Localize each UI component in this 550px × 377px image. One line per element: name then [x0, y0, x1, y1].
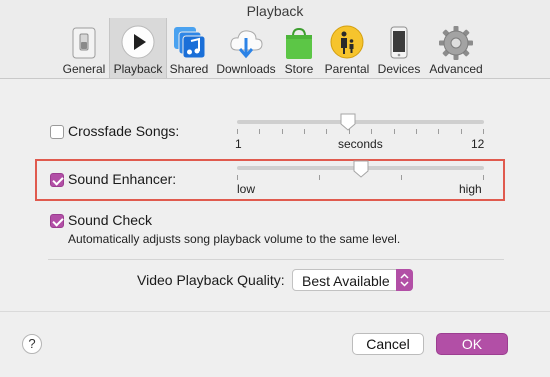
cloud-download-icon	[230, 30, 263, 59]
tab-store-label: Store	[284, 62, 314, 76]
slider-tick	[304, 129, 305, 134]
slider-tick	[416, 129, 417, 134]
crossfade-min-label: 1	[235, 137, 242, 151]
slider-tick	[483, 175, 484, 180]
sound-enhancer-slider-knob[interactable]	[353, 160, 369, 178]
tab-advanced-label: Advanced	[429, 62, 483, 76]
tab-playback[interactable]: Playback	[109, 18, 167, 78]
sound-enhancer-checkbox[interactable]	[50, 173, 64, 187]
tab-general-label: General	[62, 62, 106, 76]
slider-tick	[259, 129, 260, 134]
slider-tick	[461, 129, 462, 134]
crossfade-max-label: 12	[471, 137, 485, 151]
shared-music-icon	[174, 27, 206, 59]
tab-devices-label: Devices	[377, 62, 421, 76]
crossfade-unit-label: seconds	[338, 137, 383, 151]
play-icon	[121, 25, 155, 59]
sound-check-checkbox[interactable]	[50, 214, 64, 228]
slider-tick	[237, 175, 238, 180]
tab-parental-label: Parental	[324, 62, 370, 76]
tab-playback-label: Playback	[113, 62, 163, 76]
tab-advanced[interactable]: Advanced	[427, 18, 485, 78]
gear-icon	[439, 26, 473, 60]
slider-tick	[326, 129, 327, 134]
general-switch-icon	[72, 27, 96, 59]
crossfade-label: Crossfade Songs:	[68, 123, 180, 139]
slider-tick	[401, 175, 402, 180]
tab-general[interactable]: General	[59, 18, 109, 78]
sound-check-description: Automatically adjusts song playback volu…	[68, 232, 401, 246]
slider-tick	[282, 129, 283, 134]
video-quality-label: Video Playback Quality:	[137, 272, 285, 288]
cancel-button[interactable]: Cancel	[352, 333, 424, 355]
select-stepper-icon	[396, 269, 413, 291]
slider-tick	[371, 129, 372, 134]
tab-store[interactable]: Store	[281, 18, 317, 78]
device-phone-icon	[390, 26, 408, 59]
ok-button[interactable]: OK	[436, 333, 508, 355]
section-divider	[48, 259, 504, 260]
sound-enhancer-label: Sound Enhancer:	[68, 171, 177, 187]
store-bag-icon	[286, 27, 312, 59]
parental-icon	[330, 25, 364, 59]
tab-shared[interactable]: Shared	[167, 18, 211, 78]
sound-check-label: Sound Check	[68, 212, 153, 228]
video-quality-select[interactable]: Best Available	[292, 269, 413, 291]
tab-downloads-label: Downloads	[216, 62, 276, 76]
slider-tick	[237, 129, 238, 134]
tab-parental[interactable]: Parental	[321, 18, 373, 78]
slider-tick	[438, 129, 439, 134]
crossfade-checkbox[interactable]	[50, 125, 64, 139]
tab-shared-label: Shared	[169, 62, 209, 76]
playback-pane: Crossfade Songs: 1 seconds 12 Sound Enha…	[0, 79, 550, 377]
crossfade-slider-knob[interactable]	[340, 113, 356, 131]
sound-enhancer-low-label: low	[237, 182, 256, 196]
preferences-toolbar: General Playback Shared Downloads Store …	[0, 18, 550, 78]
tab-downloads[interactable]: Downloads	[213, 18, 279, 78]
slider-tick	[394, 129, 395, 134]
sound-enhancer-high-label: high	[459, 182, 482, 196]
slider-tick	[319, 175, 320, 180]
video-quality-value: Best Available	[302, 273, 390, 289]
footer-divider	[0, 311, 550, 312]
slider-tick	[483, 129, 484, 134]
tab-devices[interactable]: Devices	[375, 18, 423, 78]
crossfade-slider-track	[237, 120, 484, 124]
help-button[interactable]: ?	[22, 334, 42, 354]
